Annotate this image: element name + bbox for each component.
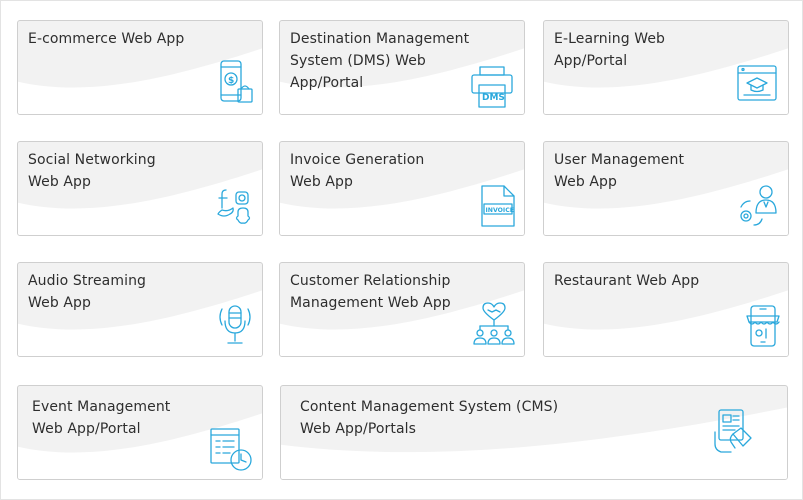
social-media-icon (216, 186, 256, 230)
card-title: Social Networking Web App (28, 152, 156, 190)
card-event-management[interactable]: Event Management Web App/Portal (17, 385, 263, 480)
card-title: Restaurant Web App (554, 273, 700, 289)
card-user-management[interactable]: User Management Web App (543, 141, 789, 236)
dms-printer-icon: DMS (470, 65, 514, 109)
card-elearning[interactable]: E-Learning Web App/Portal (543, 20, 789, 115)
card-cms[interactable]: Content Management System (CMS) Web App/… (280, 385, 788, 480)
card-social[interactable]: Social Networking Web App (17, 141, 263, 236)
card-title: E-commerce Web App (28, 31, 185, 47)
invoice-label: INVOICE (486, 207, 515, 214)
card-title: Invoice Generation Web App (290, 152, 425, 190)
card-restaurant[interactable]: Restaurant Web App (543, 262, 789, 357)
cms-touch-icon (713, 408, 761, 456)
card-crm[interactable]: Customer Relationship Management Web App (279, 262, 525, 357)
dms-label: DMS (482, 93, 505, 103)
card-title: Audio Streaming Web App (28, 273, 147, 311)
card-title: User Management Web App (554, 152, 685, 190)
user-settings-icon (736, 183, 780, 227)
svg-text:$: $ (228, 76, 234, 86)
card-audio-streaming[interactable]: Audio Streaming Web App (17, 262, 263, 357)
invoice-document-icon: INVOICE (480, 184, 520, 230)
card-title: E-Learning Web App/Portal (554, 31, 666, 69)
card-title: Destination Management System (DMS) Web … (290, 31, 470, 91)
card-title: Event Management Web App/Portal (32, 399, 171, 437)
mobile-shopping-icon: $ (218, 59, 258, 107)
card-title: Content Management System (CMS) Web App/… (300, 399, 559, 437)
card-invoice[interactable]: Invoice Generation Web App INVOICE (279, 141, 525, 236)
graduation-browser-icon (736, 64, 778, 104)
card-ecommerce[interactable]: E-commerce Web App $ (17, 20, 263, 115)
card-dms[interactable]: Destination Management System (DMS) Web … (279, 20, 525, 115)
crm-handshake-icon (471, 302, 517, 348)
microphone-icon (216, 303, 256, 349)
card-title: Customer Relationship Management Web App (290, 273, 451, 311)
event-clock-icon (208, 426, 256, 474)
restaurant-mobile-icon (744, 304, 784, 350)
